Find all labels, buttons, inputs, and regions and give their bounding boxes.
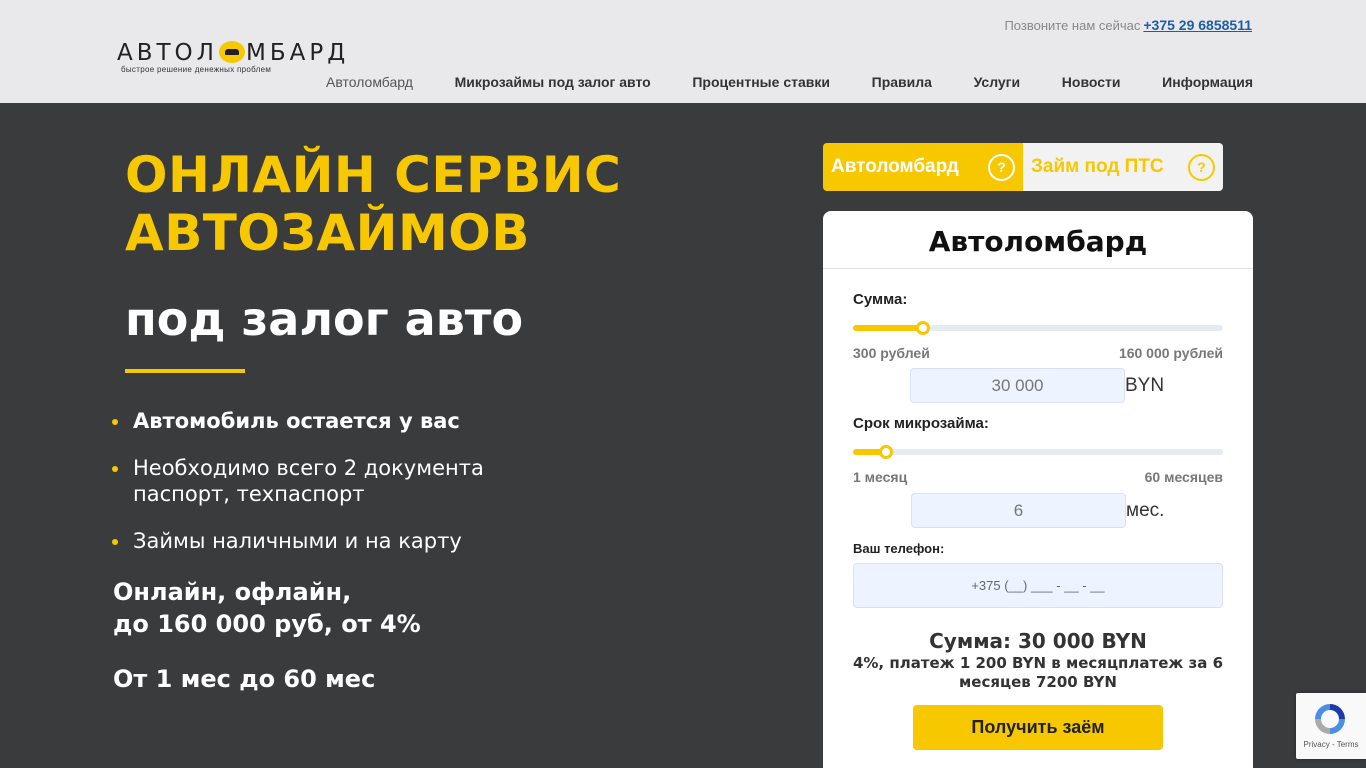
nav-item-microloans[interactable]: Микрозаймы под залог авто [455,74,651,90]
list-item: Автомобиль остается у вас [112,408,484,434]
term-input[interactable]: 6 [911,493,1126,528]
loan-calculator: Автоломбард Сумма: 300 рублей 160 000 ру… [823,211,1253,768]
term-slider-handle[interactable] [879,445,894,459]
term-slider[interactable] [853,445,1223,459]
phone-input[interactable]: +375 (__) ___ - __ - __ [853,563,1223,608]
recaptcha-icon [1315,704,1345,734]
call-block: Позвоните нам сейчас +375 29 6858511 [1004,17,1252,33]
amount-label: Сумма: [853,291,908,308]
nav-item-info[interactable]: Информация [1162,74,1253,90]
call-label: Позвоните нам сейчас [1004,18,1141,33]
list-item: Займы наличными и на карту [112,528,484,554]
car-icon [218,41,245,63]
recaptcha-links[interactable]: Privacy - Terms [1296,740,1366,749]
hero-divider [125,369,245,373]
list-item: Необходимо всего 2 документа паспорт, тех… [112,455,484,507]
amount-unit: BYN [1125,375,1165,396]
amount-min: 300 рублей [853,345,930,361]
nav-item-rates[interactable]: Процентные ставки [692,74,830,90]
get-loan-button[interactable]: Получить заём [913,705,1163,750]
phone-link[interactable]: +375 29 6858511 [1143,17,1252,33]
loan-summary: Сумма: 30 000 BYN [929,629,1147,653]
hero-subtitle: под залог авто [125,292,524,346]
logo-wordmark: АВТОЛ МБАРД [117,40,350,66]
hero-title-line2: АВТОЗАЙМОВ [125,204,530,262]
term-max: 60 месяцев [1144,469,1223,485]
logo-tagline: быстрое решение денежных проблем [121,65,272,74]
term-range: 1 месяц 60 месяцев [853,469,1223,485]
tab-pts-loan[interactable]: Займ под ПТС ? [1023,143,1223,191]
hero-title-line1: ОНЛАЙН СЕРВИС [125,146,622,204]
nav-item-services[interactable]: Услуги [974,74,1021,90]
amount-range: 300 рублей 160 000 рублей [853,345,1223,361]
term-label: Срок микрозайма: [853,415,989,432]
phone-label: Ваш телефон: [853,541,945,556]
loan-details: 4%, платеж 1 200 BYN в месяцплатеж за 6 … [852,654,1224,691]
help-icon[interactable]: ? [1188,153,1215,181]
logo[interactable]: АВТОЛ МБАРД быстрое решение денежных проб… [117,38,350,78]
main-nav: Автоломбард Микрозаймы под залог авто Пр… [326,74,1253,90]
loan-type-tabs: Автоломбард ? Займ под ПТС ? [823,143,1223,191]
tab-label: Займ под ПТС [1031,156,1164,177]
term-min: 1 месяц [853,469,908,485]
amount-slider-fill [853,325,924,331]
offer-term-text: От 1 мес до 60 мес [113,665,376,693]
tab-avtolombard[interactable]: Автоломбард ? [823,143,1023,191]
calculator-title: Автоломбард [823,211,1253,269]
amount-max: 160 000 рублей [1118,345,1223,361]
hero-title: ОНЛАЙН СЕРВИС АВТОЗАЙМОВ [125,146,621,262]
tab-label: Автоломбард [831,156,959,177]
benefits-list: Автомобиль остается у вас Необходимо все… [112,408,484,575]
nav-item-rules[interactable]: Правила [872,74,932,90]
offer-text: Онлайн, офлайн, до 160 000 руб, от 4% [113,578,421,638]
term-unit: мес. [1126,500,1165,521]
help-icon[interactable]: ? [988,153,1015,181]
nav-item-news[interactable]: Новости [1062,74,1121,90]
amount-slider[interactable] [853,321,1223,335]
amount-slider-handle[interactable] [916,321,931,335]
recaptcha-badge[interactable]: Privacy - Terms [1296,693,1366,759]
nav-item-avtolombard[interactable]: Автоломбард [326,74,413,90]
site-header: АВТОЛ МБАРД быстрое решение денежных проб… [0,0,1366,103]
amount-input[interactable]: 30 000 [910,368,1125,403]
